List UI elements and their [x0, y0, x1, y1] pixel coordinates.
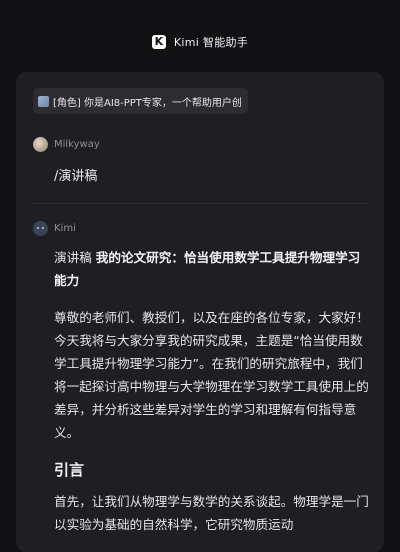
assistant-reply: 演讲稿 我的论文研究：恰当使用数学工具提升物理学习能力 尊敬的老师们、教授们，以…	[54, 246, 372, 536]
kimi-logo-icon: K	[151, 35, 166, 49]
assistant-sender-row: Kimi	[33, 221, 76, 236]
assistant-name: Kimi	[54, 223, 76, 234]
app-title: Kimi 智能助手	[173, 36, 249, 49]
user-sender-row: Milkyway	[33, 137, 100, 152]
reply-title-bold: 我的论文研究：恰当使用数学工具提升物理学习能力	[54, 250, 361, 288]
message-divider	[30, 203, 370, 204]
conversation-card: [角色] 你是AI8-PPT专家，一个帮助用户创 Milkyway /演讲稿 K…	[16, 72, 384, 552]
reply-paragraph: 首先，让我们从物理学与数学的关系谈起。物理学是一门以实验为基础的自然科学，它研究…	[54, 494, 369, 532]
role-prompt-text: [角色] 你是AI8-PPT专家，一个帮助用户创	[53, 97, 242, 109]
user-message: /演讲稿	[54, 169, 98, 184]
reply-title: 演讲稿 我的论文研究：恰当使用数学工具提升物理学习能力	[54, 246, 372, 292]
reply-paragraph: 尊敬的老师们、教授们，以及在座的各位专家，大家好！今天我将与大家分享我的研究成果…	[54, 310, 369, 440]
kimi-avatar-icon	[33, 221, 48, 236]
reply-heading: 引言	[54, 461, 85, 479]
role-prompt-chip[interactable]: [角色] 你是AI8-PPT专家，一个帮助用户创	[33, 88, 248, 114]
document-icon	[38, 95, 49, 107]
reply-title-prefix: 演讲稿	[54, 250, 96, 265]
user-name: Milkyway	[54, 139, 100, 150]
user-avatar	[33, 137, 48, 152]
